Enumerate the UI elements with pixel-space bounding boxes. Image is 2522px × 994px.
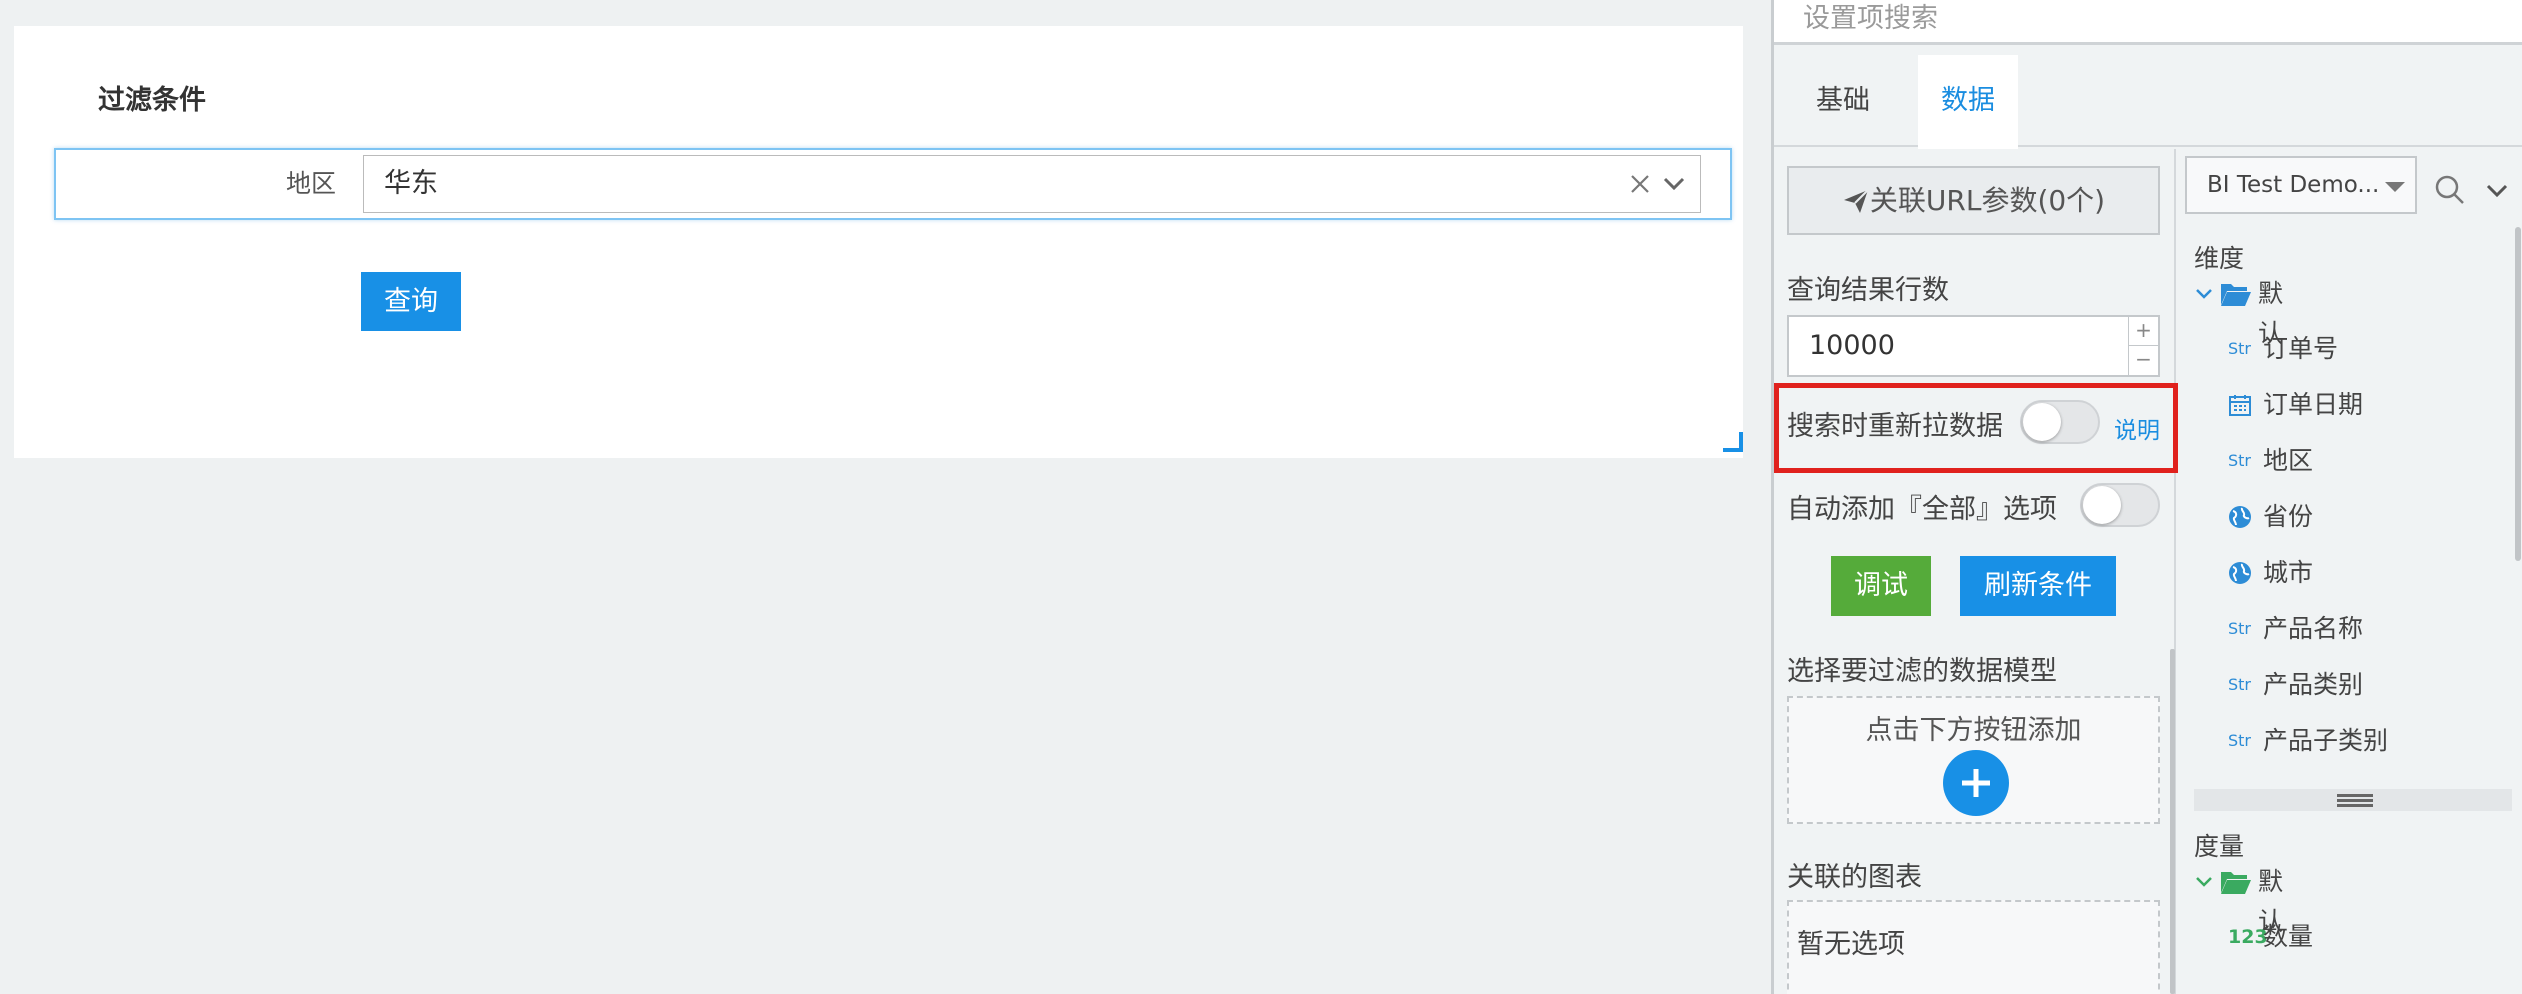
chevron-down-icon: [2196, 877, 2212, 887]
clear-icon[interactable]: [1624, 168, 1656, 200]
model-label: 选择要过滤的数据模型: [1787, 656, 2057, 687]
tab-basic[interactable]: 基础: [1774, 55, 1912, 147]
region-select[interactable]: 华东: [363, 155, 1701, 213]
field-label: 省份: [2263, 502, 2314, 531]
query-button[interactable]: 查询: [361, 272, 461, 331]
field-label: 数量: [2263, 922, 2314, 951]
tab-data[interactable]: 数据: [1918, 55, 2018, 149]
model-hint: 点击下方按钮添加: [1865, 715, 2082, 746]
settings-search-input[interactable]: 设置项搜索: [1774, 0, 2522, 45]
chevron-down-icon[interactable]: [1658, 168, 1690, 200]
send-icon: [1843, 189, 1869, 213]
measure-title: 度量: [2194, 832, 2245, 861]
link-url-params-button[interactable]: 关联URL参数(0个): [1787, 166, 2160, 235]
auto-all-toggle[interactable]: [2080, 483, 2160, 527]
string-type-icon: Str: [2228, 675, 2252, 694]
refetch-toggle[interactable]: [2020, 400, 2100, 444]
refresh-conditions-button[interactable]: 刷新条件: [1960, 556, 2116, 616]
settings-panel: 设置项搜索 基础 数据 关联URL参数(0个) 查询结果行数 10000 + −…: [1771, 0, 2522, 994]
resize-handle-icon[interactable]: [1721, 430, 1745, 454]
field-label: 订单号: [2263, 334, 2339, 363]
rows-label: 查询结果行数: [1787, 275, 1949, 306]
scrollbar[interactable]: [2515, 227, 2521, 561]
chevron-down-icon[interactable]: [2482, 175, 2512, 205]
region-select-value: 华东: [384, 168, 438, 199]
globe-icon: [2228, 497, 2258, 544]
field-label: 地区: [2263, 446, 2314, 475]
string-type-icon: Str: [2228, 731, 2252, 750]
datasource-select[interactable]: BI Test Demo...: [2185, 156, 2417, 214]
data-settings-column: 关联URL参数(0个) 查询结果行数 10000 + − 搜索时重新拉数据 说明…: [1774, 149, 2178, 994]
rows-value: 10000: [1809, 330, 1895, 361]
region-label: 地区: [285, 169, 336, 198]
folder-open-icon: [2221, 872, 2251, 894]
rows-stepper[interactable]: + −: [2128, 317, 2158, 375]
scrollbar[interactable]: [2170, 649, 2175, 994]
stepper-minus-button[interactable]: −: [2129, 346, 2158, 375]
caret-down-icon: [2385, 182, 2405, 192]
panel-tabs: 基础 数据: [1774, 55, 2522, 149]
charts-label: 关联的图表: [1787, 862, 1922, 893]
filter-row-region[interactable]: 地区 华东: [54, 148, 1732, 220]
string-type-icon: Str: [2228, 339, 2252, 358]
model-dropzone: 点击下方按钮添加: [1787, 696, 2160, 824]
add-model-button[interactable]: [1943, 750, 2009, 816]
folder-open-icon: [2221, 284, 2251, 306]
filter-title: 过滤条件: [98, 85, 206, 116]
field-label: 产品名称: [2263, 614, 2364, 643]
field-label: 城市: [2263, 558, 2314, 587]
field-label: 产品子类别: [2263, 726, 2389, 755]
rows-number-input[interactable]: 10000 + −: [1787, 315, 2160, 377]
datasource-value: BI Test Demo...: [2207, 172, 2380, 198]
settings-search-placeholder: 设置项搜索: [1803, 3, 1938, 34]
chevron-down-icon: [2196, 289, 2212, 299]
string-type-icon: Str: [2228, 619, 2252, 638]
field-label: 产品类别: [2263, 670, 2364, 699]
panel-splitter-handle[interactable]: [2194, 789, 2512, 811]
field-list-column: BI Test Demo... 维度 默认 Str 订单号 订单日期 Str 地…: [2177, 149, 2522, 994]
refetch-label: 搜索时重新拉数据: [1787, 411, 2003, 442]
stepper-plus-button[interactable]: +: [2129, 317, 2158, 346]
string-type-icon: Str: [2228, 451, 2252, 470]
field-label: 订单日期: [2263, 390, 2364, 419]
number-type-icon: 123: [2228, 926, 2268, 948]
globe-icon: [2228, 553, 2258, 600]
plus-icon: [1962, 769, 1990, 797]
link-url-params-label: 关联URL参数(0个): [1869, 184, 2106, 217]
charts-empty-text: 暂无选项: [1797, 929, 1905, 960]
dimension-title: 维度: [2194, 244, 2245, 273]
linked-charts-box: 暂无选项: [1787, 900, 2160, 994]
auto-all-label: 自动添加『全部』选项: [1787, 494, 2057, 525]
debug-button[interactable]: 调试: [1831, 556, 1931, 616]
calendar-icon: [2228, 385, 2258, 432]
search-icon[interactable]: [2433, 173, 2467, 207]
explain-link[interactable]: 说明: [2114, 411, 2160, 445]
filter-card: 过滤条件 地区 华东 查询: [14, 26, 1743, 458]
